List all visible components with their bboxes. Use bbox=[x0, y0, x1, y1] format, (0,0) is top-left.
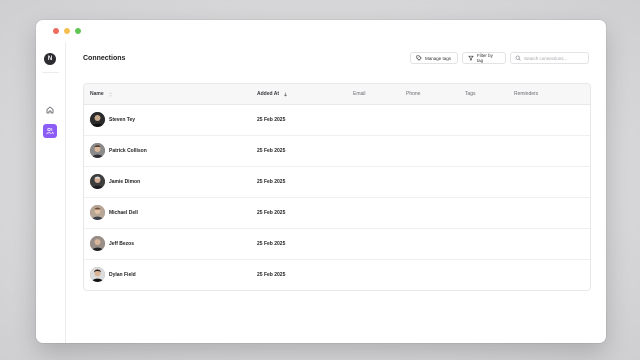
home-icon bbox=[46, 106, 54, 114]
added-at-date: 25 Feb 2025 bbox=[257, 148, 286, 154]
column-name-label: Name bbox=[90, 91, 104, 97]
table-row[interactable]: Patrick Collison 25 Feb 2025 bbox=[84, 136, 590, 167]
app-window: N Connections Manage tags Filter by tag … bbox=[36, 20, 606, 343]
column-tags-label: Tags bbox=[465, 91, 476, 97]
avatar bbox=[90, 205, 105, 220]
people-icon bbox=[46, 127, 54, 135]
table-row[interactable]: Jamie Dimon 25 Feb 2025 bbox=[84, 167, 590, 198]
main-content: Connections Manage tags Filter by tag Se… bbox=[83, 50, 591, 291]
column-header-added-at[interactable]: Added At bbox=[257, 91, 288, 97]
traffic-lights bbox=[53, 28, 81, 34]
contact-name: Jeff Bezos bbox=[109, 241, 135, 247]
tag-icon bbox=[416, 55, 422, 61]
added-at-date: 25 Feb 2025 bbox=[257, 117, 286, 123]
sidebar-item-home[interactable] bbox=[43, 103, 57, 117]
person-photo-icon bbox=[90, 112, 105, 127]
table-row[interactable]: Jeff Bezos 25 Feb 2025 bbox=[84, 229, 590, 260]
user-initial: N bbox=[47, 56, 53, 62]
avatar bbox=[90, 174, 105, 189]
filter-by-tag-button[interactable]: Filter by tag bbox=[462, 52, 506, 64]
page-header: Connections Manage tags Filter by tag bbox=[83, 50, 590, 70]
column-added-at-label: Added At bbox=[257, 91, 280, 97]
filter-icon bbox=[468, 55, 474, 61]
page-title: Connections bbox=[83, 55, 126, 62]
avatar bbox=[90, 112, 105, 127]
contact-name: Jamie Dimon bbox=[109, 179, 141, 185]
connections-table: Name Added At Email Phone Tags Reminders… bbox=[83, 83, 591, 291]
person-photo-icon bbox=[90, 174, 105, 189]
column-phone-label: Phone bbox=[406, 91, 421, 97]
column-email-label: Email bbox=[353, 91, 366, 97]
sort-icon[interactable] bbox=[108, 91, 113, 97]
person-photo-icon bbox=[90, 267, 105, 282]
search-input[interactable] bbox=[524, 55, 584, 61]
column-reminders-label: Reminders bbox=[514, 91, 539, 97]
close-window-button[interactable] bbox=[53, 28, 59, 34]
person-photo-icon bbox=[90, 205, 105, 220]
maximize-window-button[interactable] bbox=[75, 28, 81, 34]
added-at-date: 25 Feb 2025 bbox=[257, 179, 286, 185]
contact-name: Michael Dell bbox=[109, 210, 138, 216]
table-header: Name Added At Email Phone Tags Reminders bbox=[84, 84, 590, 105]
table-row[interactable]: Dylan Field 25 Feb 2025 bbox=[84, 260, 590, 290]
user-avatar[interactable]: N bbox=[44, 53, 56, 65]
column-header-reminders[interactable]: Reminders bbox=[514, 91, 538, 97]
added-at-date: 25 Feb 2025 bbox=[257, 272, 286, 278]
manage-tags-label: Manage tags bbox=[425, 55, 452, 61]
column-header-email[interactable]: Email bbox=[353, 91, 366, 97]
filter-by-tag-label: Filter by tag bbox=[476, 53, 493, 63]
sidebar: N bbox=[36, 42, 66, 343]
sidebar-item-connections[interactable] bbox=[43, 124, 57, 138]
added-at-date: 25 Feb 2025 bbox=[257, 210, 286, 216]
search-icon bbox=[515, 55, 521, 61]
avatar bbox=[90, 236, 105, 251]
column-header-phone[interactable]: Phone bbox=[406, 91, 420, 97]
person-photo-icon bbox=[90, 143, 105, 158]
contact-name: Patrick Collison bbox=[109, 148, 147, 154]
search-box[interactable] bbox=[510, 52, 589, 64]
column-header-name[interactable]: Name bbox=[90, 91, 113, 97]
table-row[interactable]: Michael Dell 25 Feb 2025 bbox=[84, 198, 590, 229]
added-at-date: 25 Feb 2025 bbox=[257, 241, 286, 247]
minimize-window-button[interactable] bbox=[64, 28, 70, 34]
table-row[interactable]: Steven Tey 25 Feb 2025 bbox=[84, 105, 590, 136]
sidebar-divider bbox=[42, 72, 59, 73]
contact-name: Dylan Field bbox=[109, 272, 136, 278]
avatar bbox=[90, 143, 105, 158]
avatar bbox=[90, 267, 105, 282]
column-header-tags[interactable]: Tags bbox=[465, 91, 476, 97]
sort-descending-icon[interactable] bbox=[283, 92, 288, 97]
person-photo-icon bbox=[90, 236, 105, 251]
manage-tags-button[interactable]: Manage tags bbox=[410, 52, 458, 64]
contact-name: Steven Tey bbox=[109, 117, 136, 123]
